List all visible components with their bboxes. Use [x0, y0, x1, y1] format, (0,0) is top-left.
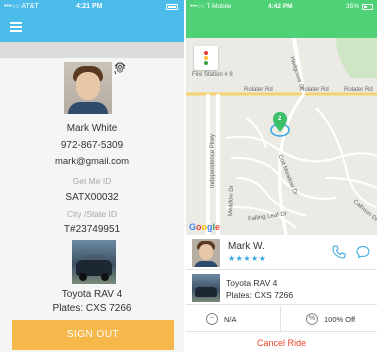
driver-rating-stars: ★★★★★ — [228, 254, 267, 263]
map-label-meadow: Meadow Dr — [228, 185, 236, 217]
map-label-rolater-right: Rolater Rd — [344, 87, 373, 93]
profile-photo — [64, 62, 112, 114]
ride-header — [186, 14, 377, 38]
map-label-rolater-left: Rolater Rd — [244, 87, 273, 93]
location-pin-icon[interactable] — [273, 112, 287, 132]
profile-phone: 972-867-5309 — [60, 140, 124, 151]
map-view[interactable]: 2 Fire Station # 8 Rolater Rd Rolater Rd… — [186, 38, 377, 235]
getme-id-value: SATX00032 — [65, 192, 119, 203]
promo-cell[interactable]: % 100% Off — [282, 306, 377, 332]
fingerprint-icon[interactable] — [112, 60, 128, 76]
city-id-label: City /State ID — [66, 209, 118, 219]
google-logo: Google — [189, 222, 221, 232]
status-bar-right: •••○○ T-Mobile 4:42 PM 35% — [186, 0, 377, 14]
city-id-value: T#23749951 — [63, 224, 121, 235]
promo-text: 100% Off — [324, 315, 356, 324]
sign-out-button[interactable]: SIGN OUT — [12, 320, 174, 350]
carrier-text: •••○○ AT&T — [4, 3, 39, 10]
profile-email: mark@gmail.com — [54, 156, 130, 167]
payment-text: N/A — [224, 315, 237, 324]
profile-header — [0, 14, 184, 42]
payment-promo-row: − N/A % 100% Off — [186, 306, 377, 332]
car-model: Toyota RAV 4 — [61, 289, 123, 300]
getme-id-label: Get Me ID — [72, 176, 112, 186]
header-band — [0, 42, 184, 58]
minus-circle-icon: − — [206, 313, 218, 325]
ride-screen: •••○○ T-Mobile 4:42 PM 35% 2 Fire Statio… — [186, 0, 377, 352]
vehicle-model: Toyota RAV 4 — [226, 278, 278, 288]
payment-cell[interactable]: − N/A — [186, 306, 281, 332]
percent-circle-icon: % — [306, 313, 318, 325]
profile-screen: •••○○ AT&T 4:21 PM Mark White 972-867-53… — [0, 0, 184, 352]
carrier-text: •••○○ T-Mobile — [190, 3, 232, 10]
status-time: 4:21 PM — [76, 3, 103, 10]
traffic-toggle-button[interactable] — [194, 46, 218, 70]
profile-name: Mark White — [66, 123, 118, 134]
chat-icon[interactable] — [356, 245, 370, 259]
driver-avatar — [192, 239, 220, 267]
battery-percent: 35% — [345, 3, 359, 10]
status-bar-left: •••○○ AT&T 4:21 PM — [0, 0, 184, 14]
vehicle-info-row: Toyota RAV 4 Plates: CXS 7266 — [186, 271, 377, 305]
map-label-fire-station: Fire Station # 8 — [192, 72, 233, 78]
battery-icon — [166, 4, 178, 10]
phone-icon[interactable] — [332, 245, 346, 259]
map-label-independence: Independence Pkwy — [210, 133, 216, 188]
cancel-ride-button[interactable]: Cancel Ride — [186, 334, 377, 352]
driver-info-row: Mark W. ★★★★★ — [186, 236, 377, 270]
car-plates: Plates: CXS 7266 — [52, 303, 132, 314]
battery-icon — [362, 4, 373, 10]
pin-number: 2 — [278, 116, 282, 122]
vehicle-plates: Plates: CXS 7266 — [226, 290, 294, 300]
car-photo — [72, 240, 116, 284]
menu-icon[interactable] — [10, 22, 22, 32]
status-time: 4:42 PM — [268, 3, 293, 10]
driver-name: Mark W. — [228, 241, 265, 252]
vehicle-photo — [192, 274, 220, 302]
